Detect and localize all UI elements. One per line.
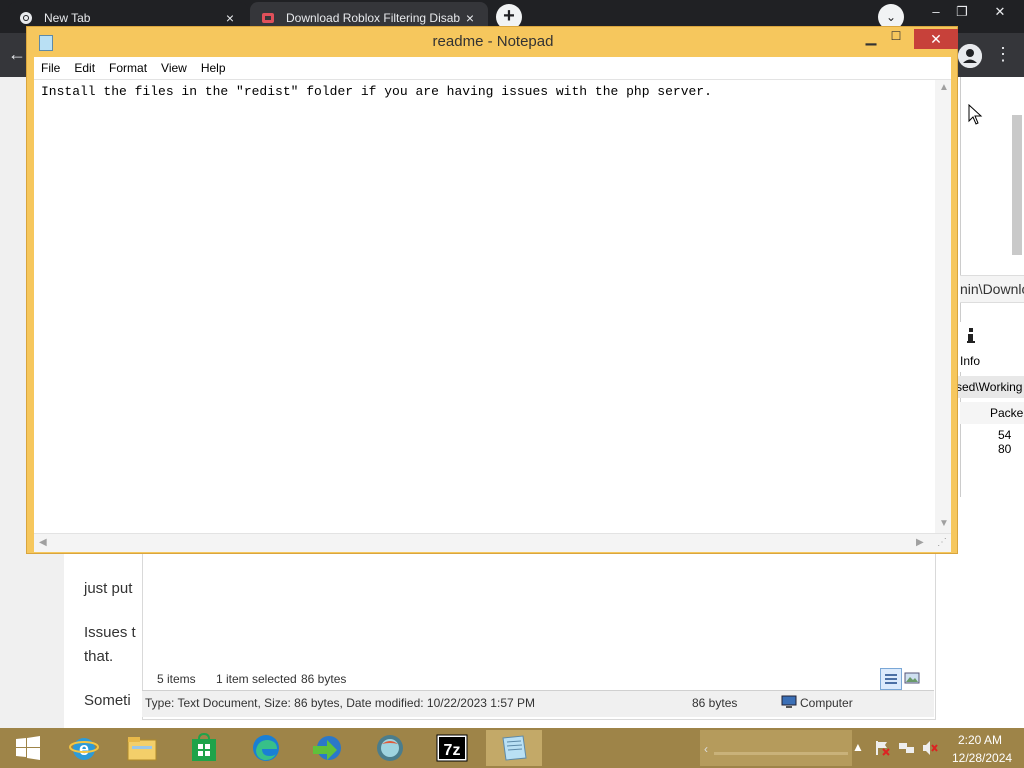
size-grip-icon[interactable]: ⋰ xyxy=(937,537,947,548)
start-button[interactable] xyxy=(0,730,56,766)
menu-view[interactable]: View xyxy=(154,61,194,75)
info-label: Info xyxy=(960,354,981,368)
back-button[interactable]: ← xyxy=(8,44,26,65)
file-details: Type: Text Document, Size: 86 bytes, Dat… xyxy=(145,696,535,710)
action-center-flag-icon[interactable] xyxy=(874,740,890,759)
scroll-down-icon[interactable]: ▼ xyxy=(939,518,949,529)
vertical-scrollbar[interactable]: ▲ ▼ xyxy=(935,80,951,534)
network-icon[interactable] xyxy=(898,740,916,759)
edge-icon[interactable] xyxy=(238,730,294,766)
taskbar-empty-area: ‹ xyxy=(700,730,852,766)
tab-label: New Tab xyxy=(44,10,91,25)
packed-column-header[interactable]: Packe xyxy=(960,402,1024,424)
notepad-maximize-button[interactable]: ☐ xyxy=(884,29,908,43)
tab-close-icon[interactable]: × xyxy=(222,10,238,26)
background-path-bar[interactable]: nin\Downlo xyxy=(960,275,1024,303)
selected-size: 86 bytes xyxy=(301,672,347,686)
chrome-icon xyxy=(18,10,34,26)
svg-text:7z: 7z xyxy=(444,742,461,759)
file-explorer-icon[interactable] xyxy=(114,730,170,766)
7zip-icon[interactable]: 7z xyxy=(424,730,480,766)
notepad-text-area[interactable]: Install the files in the "redist" folder… xyxy=(34,79,951,534)
mouse-cursor-icon xyxy=(968,103,984,129)
notepad-content: Install the files in the "redist" folder… xyxy=(41,84,712,99)
computer-icon xyxy=(781,695,797,712)
info-button[interactable]: Info xyxy=(960,322,1024,372)
chevron-left-icon[interactable]: ‹ xyxy=(704,742,708,756)
background-scrollbar[interactable] xyxy=(1012,115,1022,255)
details-view-icon[interactable] xyxy=(880,668,902,690)
store-icon[interactable] xyxy=(176,730,232,766)
location-label: Computer xyxy=(800,696,853,710)
scroll-right-icon[interactable]: ▶ xyxy=(916,537,924,548)
working-path: sed\Working xyxy=(956,376,1024,398)
notepad-menubar: File Edit Format View Help xyxy=(34,57,951,79)
clock-date[interactable]: 12/28/2024 xyxy=(952,751,1012,765)
notepad-taskbar-icon[interactable] xyxy=(486,730,542,766)
info-icon xyxy=(964,328,978,347)
show-hidden-icons-icon[interactable]: ▲ xyxy=(852,740,864,754)
notepad-title: readme - Notepad xyxy=(432,33,554,50)
notepad-minimize-button[interactable]: ▁ xyxy=(859,29,883,46)
notepad-window: readme - Notepad ▁ ☐ ✕ File Edit Format … xyxy=(26,26,958,554)
browser-minimize-button[interactable]: – xyxy=(922,4,950,19)
browser-menu-button[interactable]: ⋮ xyxy=(994,44,1012,65)
scroll-up-icon[interactable]: ▲ xyxy=(939,82,949,93)
menu-format[interactable]: Format xyxy=(102,61,154,75)
menu-help[interactable]: Help xyxy=(194,61,233,75)
selected-count: 1 item selected xyxy=(216,672,297,686)
tab-label: Download Roblox Filtering Disab xyxy=(286,10,461,25)
site-favicon-icon xyxy=(260,10,276,26)
profile-avatar[interactable] xyxy=(958,44,982,68)
webpage-text-line: that. xyxy=(84,648,114,665)
clock-time[interactable]: 2:20 AM xyxy=(958,733,1002,747)
browser-restore-button[interactable]: ❐ xyxy=(948,4,976,20)
taskbar-scroll-track xyxy=(714,752,848,755)
notepad-close-button[interactable]: ✕ xyxy=(914,29,958,49)
webpage-text-line: Someti xyxy=(84,692,131,709)
scroll-left-icon[interactable]: ◀ xyxy=(39,537,47,548)
packed-header-label: Packe xyxy=(990,406,1024,420)
packed-value: 54 80 xyxy=(998,428,1012,456)
browser-close-button[interactable]: ✕ xyxy=(986,4,1014,20)
volume-muted-icon[interactable] xyxy=(922,740,938,759)
file-size: 86 bytes xyxy=(692,696,738,710)
large-icons-view-icon[interactable] xyxy=(904,670,920,689)
menu-edit[interactable]: Edit xyxy=(67,61,102,75)
browser-app-icon[interactable] xyxy=(362,730,418,766)
horizontal-scrollbar[interactable]: ◀ ▶ ⋰ xyxy=(34,533,951,552)
internet-explorer-icon[interactable]: e xyxy=(56,730,112,766)
webpage-text-line: just put xyxy=(84,580,133,597)
webpage-text-line: Issues t xyxy=(84,624,136,641)
tab-close-icon[interactable]: × xyxy=(462,10,478,26)
items-count: 5 items xyxy=(157,672,196,686)
menu-file[interactable]: File xyxy=(34,61,67,75)
internet-download-manager-icon[interactable] xyxy=(298,730,354,766)
